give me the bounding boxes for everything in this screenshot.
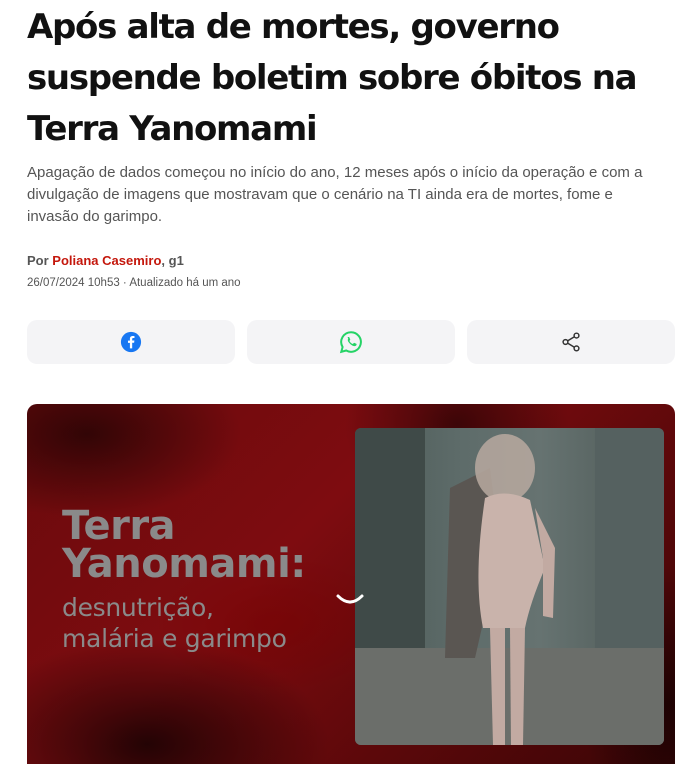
video-photo [355,428,664,745]
whatsapp-icon [339,331,362,354]
facebook-icon [120,331,142,353]
loading-spinner-icon [335,592,365,617]
video-title-line2: Yanomami: [62,541,306,587]
video-title: Terra Yanomami: [62,503,306,587]
video-subtitle: desnutrição, malária e garimpo [62,592,287,654]
share-whatsapp-button[interactable] [247,320,455,364]
share-button[interactable] [467,320,675,364]
share-icon [562,332,580,352]
author-link[interactable]: Poliana Casemiro [52,253,161,268]
video-title-line1: Terra [62,503,176,549]
byline-suffix: , g1 [161,253,184,268]
byline-prefix: Por [27,253,53,268]
photo-scene [355,428,664,745]
video-subtitle-line2: malária e garimpo [62,624,287,653]
byline: Por Poliana Casemiro, g1 [27,253,184,268]
article-summary: Apagação de dados começou no início do a… [27,164,643,225]
featured-video[interactable]: Terra Yanomami: desnutrição, malária e g… [27,404,675,764]
publish-date: 26/07/2024 10h53 · Atualizado há um ano [27,277,241,289]
article-headline: Após alta de mortes, governo suspende bo… [27,7,638,149]
video-subtitle-line1: desnutrição, [62,593,214,622]
share-facebook-button[interactable] [27,320,235,364]
